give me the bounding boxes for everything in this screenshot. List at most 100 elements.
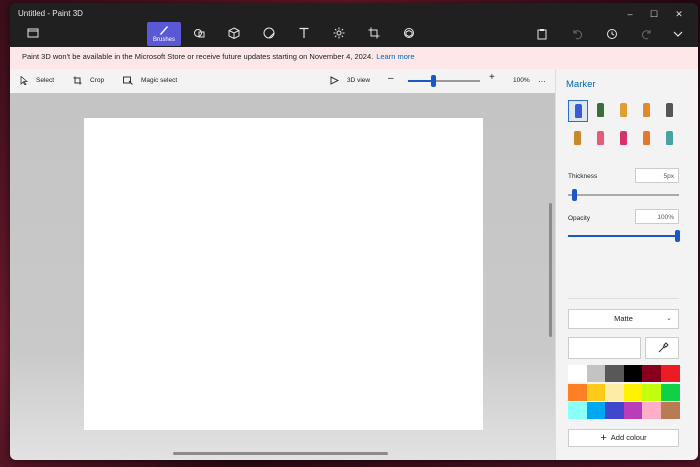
- tool-brushes-label: Brushes: [152, 37, 175, 43]
- tool-stickers[interactable]: [252, 22, 286, 46]
- brush-pencil[interactable]: [568, 128, 588, 150]
- deprecation-banner: Paint 3D won't be available in the Micro…: [10, 47, 698, 69]
- color-swatch[interactable]: [568, 365, 587, 382]
- finish-dropdown[interactable]: Matte ⌄: [568, 309, 679, 329]
- add-colour-button[interactable]: + Add colour: [568, 429, 679, 447]
- menu-button[interactable]: [16, 22, 50, 46]
- tool-2d-shapes[interactable]: [182, 22, 216, 46]
- close-button[interactable]: ✕: [670, 7, 688, 21]
- tool-3d-library[interactable]: [392, 22, 426, 46]
- redo-icon: [641, 30, 651, 40]
- color-swatch[interactable]: [642, 383, 661, 401]
- 3d-library-icon: [404, 28, 414, 38]
- color-swatch[interactable]: [586, 402, 606, 419]
- brush-watercolor[interactable]: [637, 100, 657, 122]
- brush-fill[interactable]: [660, 128, 680, 150]
- zoom-slider-track[interactable]: [408, 75, 480, 87]
- color-swatch[interactable]: [605, 383, 624, 401]
- stickers-icon: [263, 27, 275, 39]
- title-bar: Untitled - Paint 3D – ☐ ✕ Brushes: [10, 3, 698, 47]
- panel-divider: [568, 298, 679, 299]
- window-title: Untitled - Paint 3D: [18, 9, 83, 18]
- color-swatch[interactable]: [586, 365, 606, 382]
- text-icon: [299, 27, 309, 38]
- zoom-slider-fill: [408, 80, 434, 82]
- expand-menu-button[interactable]: [672, 27, 686, 41]
- thickness-slider[interactable]: [568, 189, 679, 201]
- undo-button[interactable]: [571, 27, 585, 41]
- panel-title: Marker: [566, 79, 596, 90]
- menu-chevron-icon: [673, 31, 683, 37]
- eyedropper-button[interactable]: [645, 337, 679, 359]
- tool-brushes[interactable]: Brushes: [147, 22, 181, 46]
- thickness-slider-thumb[interactable]: [571, 189, 577, 201]
- color-swatch[interactable]: [568, 383, 587, 401]
- paste-button[interactable]: [536, 27, 550, 41]
- view3d-button[interactable]: 3D view: [330, 76, 370, 88]
- menu-folder-icon: [27, 28, 39, 38]
- thickness-input[interactable]: 5px: [635, 168, 679, 183]
- drawing-canvas[interactable]: [84, 118, 483, 430]
- zoom-slider-thumb[interactable]: [431, 75, 437, 87]
- color-swatch[interactable]: [623, 402, 643, 419]
- color-swatch[interactable]: [660, 402, 680, 419]
- select-button[interactable]: Select: [20, 75, 55, 88]
- brush-crayon[interactable]: [614, 128, 634, 150]
- view3d-label: 3D view: [347, 77, 371, 85]
- opacity-label: Opacity: [568, 215, 591, 222]
- brush-spray-can[interactable]: [637, 128, 657, 150]
- color-swatch[interactable]: [623, 365, 643, 382]
- add-colour-label: Add colour: [610, 433, 647, 442]
- color-swatch[interactable]: [660, 383, 680, 401]
- zoom-in-button[interactable]: +: [489, 73, 495, 85]
- opacity-slider-thumb[interactable]: [675, 230, 680, 242]
- learn-more-link[interactable]: Learn more: [376, 52, 414, 61]
- effects-icon: [333, 27, 345, 39]
- watercolor-icon: [643, 103, 650, 117]
- more-options-button[interactable]: …: [538, 75, 547, 87]
- opacity-input[interactable]: 100%: [635, 209, 679, 224]
- minimize-button[interactable]: –: [621, 7, 639, 21]
- brush-calligraphy-pen[interactable]: [591, 100, 611, 122]
- magic-select-icon: [123, 76, 133, 85]
- color-swatch[interactable]: [605, 365, 624, 382]
- undo-icon: [573, 30, 583, 40]
- opacity-slider[interactable]: [568, 230, 680, 242]
- tool-text[interactable]: [287, 22, 321, 46]
- tool-effects[interactable]: [322, 22, 356, 46]
- canvas-area: [10, 93, 555, 460]
- color-swatch[interactable]: [642, 402, 661, 419]
- brush-oil-brush[interactable]: [614, 100, 634, 122]
- color-swatch[interactable]: [586, 383, 606, 401]
- oil-brush-icon: [620, 103, 627, 117]
- brush-eraser[interactable]: [591, 128, 611, 150]
- maximize-button[interactable]: ☐: [645, 7, 663, 21]
- fill-icon: [666, 131, 673, 145]
- tool-3d-shapes[interactable]: [217, 22, 251, 46]
- crop-button[interactable]: Crop: [73, 76, 104, 88]
- spray-can-icon: [643, 131, 650, 145]
- tool-canvas[interactable]: [357, 22, 391, 46]
- zoom-out-button[interactable]: –: [388, 74, 394, 86]
- thickness-label: Thickness: [568, 173, 598, 180]
- magic-select-button[interactable]: Magic select: [123, 76, 177, 88]
- brush-pixel-pen[interactable]: [660, 100, 680, 122]
- color-swatch[interactable]: [642, 365, 661, 382]
- vertical-scrollbar[interactable]: [549, 203, 552, 337]
- color-swatch[interactable]: [568, 402, 587, 419]
- 3d-shapes-icon: [228, 27, 240, 39]
- redo-button[interactable]: [641, 27, 655, 41]
- select-label: Select: [36, 77, 55, 85]
- pixel-pen-icon: [666, 103, 673, 117]
- paste-icon: [537, 29, 547, 40]
- eraser-icon: [597, 131, 604, 145]
- color-swatch[interactable]: [623, 383, 643, 401]
- horizontal-scrollbar[interactable]: [173, 452, 388, 455]
- sub-toolbar: Select Crop Magic select 3D view – + 100…: [10, 69, 555, 93]
- color-swatch[interactable]: [605, 402, 624, 419]
- color-swatch[interactable]: [660, 365, 680, 382]
- magic-select-label: Magic select: [141, 77, 178, 85]
- crop-icon: [73, 76, 82, 85]
- history-button[interactable]: [606, 27, 620, 41]
- brush-marker[interactable]: [568, 100, 588, 122]
